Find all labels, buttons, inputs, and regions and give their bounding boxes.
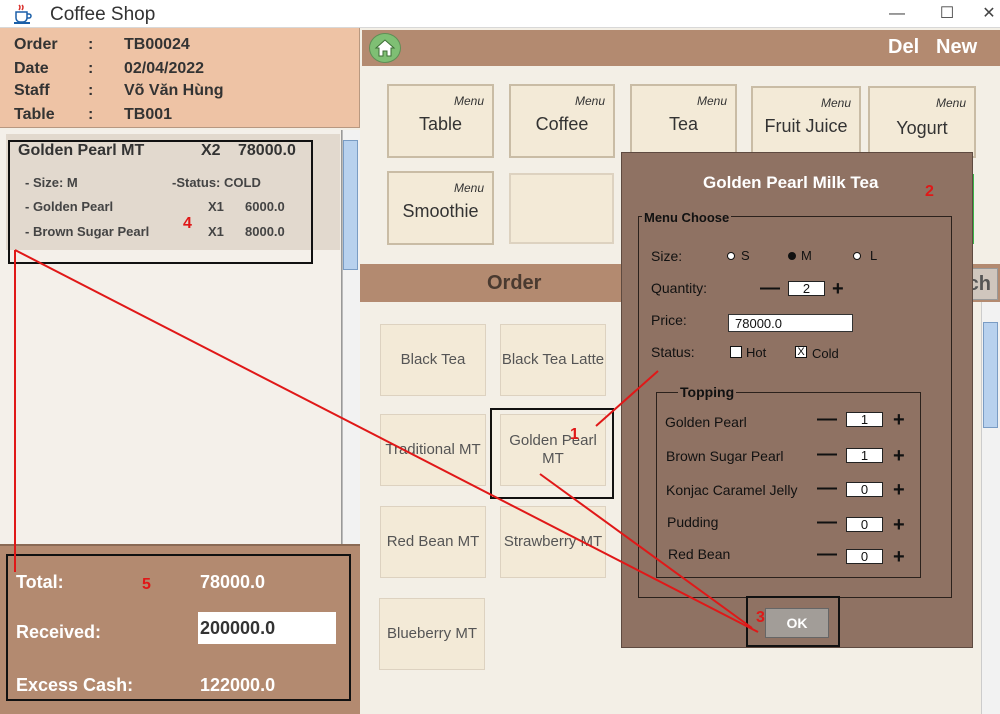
- separator: :: [88, 36, 94, 53]
- separator: :: [88, 82, 94, 99]
- annotation-3: 3: [756, 609, 765, 626]
- annotation-5: 5: [142, 576, 151, 593]
- new-button[interactable]: New: [936, 36, 977, 59]
- hot-checkbox[interactable]: [730, 346, 742, 358]
- menu-tag: Menu: [453, 181, 484, 195]
- staff-label: Staff: [14, 82, 50, 99]
- date-value: 02/04/2022: [124, 60, 205, 77]
- product-black-tea-latte[interactable]: Black Tea Latte: [500, 324, 606, 396]
- size-s-radio[interactable]: [727, 252, 735, 260]
- topping-qty-field[interactable]: 1: [846, 448, 883, 463]
- price-label: Price:: [651, 312, 687, 328]
- cold-label: Cold: [812, 346, 839, 361]
- topping-qty-field[interactable]: 0: [846, 517, 883, 532]
- hot-label: Hot: [746, 345, 767, 360]
- menu-tag: Menu: [935, 96, 966, 110]
- category-label: Table: [418, 114, 463, 134]
- size-s-label: S: [741, 248, 750, 263]
- topping-qty-field[interactable]: 1: [846, 412, 883, 427]
- status-label: Status:: [651, 344, 695, 360]
- topping-plus-button[interactable]: +: [893, 515, 905, 535]
- topping-minus-button[interactable]: —: [817, 409, 837, 429]
- quantity-label: Quantity:: [651, 280, 708, 296]
- topping-name: Golden Pearl: [665, 414, 747, 430]
- window-title: Coffee Shop: [50, 4, 156, 25]
- category-label: Fruit Juice: [764, 116, 848, 136]
- quantity-minus-button[interactable]: —: [760, 278, 780, 298]
- size-m-label: M: [801, 248, 812, 263]
- size-label: Size:: [651, 248, 683, 264]
- annotation-2: 2: [925, 183, 934, 200]
- annotation-1: 1: [570, 426, 579, 443]
- coffee-cup-icon: [12, 3, 34, 25]
- quantity-plus-button[interactable]: +: [832, 279, 844, 299]
- order-info-panel: Order : TB00024 Date : 02/04/2022 Staff …: [0, 28, 360, 128]
- product-strawberry-mt[interactable]: Strawberry MT: [500, 506, 606, 578]
- size-l-label: L: [870, 248, 878, 263]
- menu-tag: Menu: [820, 96, 851, 110]
- order-list-scrollbar-thumb[interactable]: [343, 140, 358, 270]
- product-traditional-mt[interactable]: Traditional MT: [380, 414, 486, 486]
- home-icon: [374, 39, 396, 57]
- category-label: Yogurt: [896, 118, 948, 138]
- category-fruit-juice[interactable]: Menu Fruit Juice: [751, 86, 861, 158]
- size-m-radio[interactable]: [788, 252, 796, 260]
- product-scrollbar-thumb[interactable]: [983, 322, 998, 428]
- topping-name: Konjac Caramel Jelly: [666, 482, 798, 498]
- annotation-box-order-item: [8, 140, 313, 264]
- topping-plus-button[interactable]: +: [893, 547, 905, 567]
- quantity-field[interactable]: 2: [788, 281, 825, 296]
- delete-button[interactable]: Del: [888, 36, 919, 59]
- topping-qty-field[interactable]: 0: [846, 549, 883, 564]
- topping-name: Red Bean: [668, 546, 731, 562]
- category-empty-slot: [509, 173, 614, 244]
- product-black-tea[interactable]: Black Tea: [380, 324, 486, 396]
- staff-value: Võ Văn Hùng: [124, 82, 224, 99]
- category-label: Tea: [668, 114, 699, 134]
- topping-minus-button[interactable]: —: [817, 478, 837, 498]
- annotation-box-product: [490, 408, 614, 499]
- topping-minus-button[interactable]: —: [817, 444, 837, 464]
- menu-tag: Menu: [453, 94, 484, 108]
- size-l-radio[interactable]: [853, 252, 861, 260]
- menu-tag: Menu: [574, 94, 605, 108]
- topping-minus-button[interactable]: —: [817, 512, 837, 532]
- cold-checkbox[interactable]: X: [795, 346, 807, 358]
- table-label: Table: [14, 106, 55, 123]
- order-section-title: Order: [487, 272, 542, 294]
- home-button[interactable]: [369, 33, 401, 63]
- topping-plus-button[interactable]: +: [893, 446, 905, 466]
- close-button[interactable]: ✕: [966, 0, 1000, 28]
- date-label: Date: [14, 60, 49, 77]
- topping-plus-button[interactable]: +: [893, 410, 905, 430]
- annotation-box-totals: [6, 554, 351, 701]
- topping-name: Brown Sugar Pearl: [666, 448, 784, 464]
- category-coffee[interactable]: Menu Coffee: [509, 84, 615, 158]
- order-id-value: TB00024: [124, 36, 190, 53]
- annotation-4: 4: [183, 215, 192, 232]
- category-label: Smoothie: [402, 201, 479, 221]
- category-label: Coffee: [535, 114, 589, 134]
- minimize-button[interactable]: —: [874, 0, 920, 28]
- category-smoothie[interactable]: Menu Smoothie: [387, 171, 494, 245]
- topping-minus-button[interactable]: —: [817, 544, 837, 564]
- category-tea[interactable]: Menu Tea: [630, 84, 737, 158]
- separator: :: [88, 60, 94, 77]
- category-yogurt[interactable]: Menu Yogurt: [868, 86, 976, 158]
- order-id-label: Order: [14, 36, 58, 53]
- dialog-title: Golden Pearl Milk Tea: [703, 173, 879, 192]
- maximize-button[interactable]: ☐: [924, 0, 970, 28]
- product-red-bean-mt[interactable]: Red Bean MT: [380, 506, 486, 578]
- category-table[interactable]: Menu Table: [387, 84, 494, 158]
- separator: :: [88, 106, 94, 123]
- price-field[interactable]: [728, 314, 853, 332]
- table-value: TB001: [124, 106, 173, 123]
- topping-plus-button[interactable]: +: [893, 480, 905, 500]
- menu-tag: Menu: [696, 94, 727, 108]
- product-blueberry-mt[interactable]: Blueberry MT: [379, 598, 485, 670]
- menu-choose-label: Menu Choose: [642, 210, 732, 225]
- topping-group-label: Topping: [678, 384, 737, 400]
- topping-name: Pudding: [667, 514, 719, 530]
- topping-qty-field[interactable]: 0: [846, 482, 883, 497]
